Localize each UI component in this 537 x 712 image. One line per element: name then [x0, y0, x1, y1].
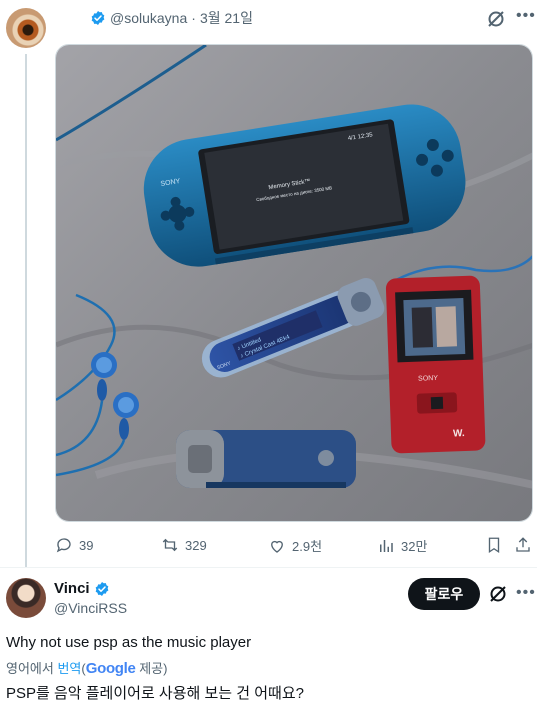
grok-icon[interactable]	[486, 9, 506, 29]
author-handle[interactable]: @solukayna	[110, 10, 187, 26]
tweet-meta: @solukayna · 3월 21일	[90, 8, 253, 28]
more-icon[interactable]: •••	[516, 584, 536, 602]
grok-icon[interactable]	[488, 584, 508, 604]
google-logo: Google	[86, 660, 136, 677]
translate-suffix: 제공)	[135, 661, 168, 676]
original-tweet: @solukayna · 3월 21일 ••• SONY 4/1 12:35 M…	[0, 0, 537, 567]
google-logo-text: Google	[85, 660, 136, 677]
walkman-brand: SONY	[418, 375, 438, 383]
views-icon	[380, 539, 393, 552]
follow-button[interactable]: 팔로우	[408, 578, 480, 610]
repost-icon	[162, 538, 178, 552]
like-icon	[271, 540, 283, 553]
views-button[interactable]: 32만	[377, 536, 427, 555]
tweet-date[interactable]: 3월 21일	[200, 8, 253, 28]
translated-text: PSP를 음악 플레이어로 사용해 보는 건 어때요?	[6, 685, 304, 702]
more-icon[interactable]: •••	[516, 7, 536, 25]
reply-count: 39	[79, 537, 94, 553]
like-count: 2.9천	[292, 539, 323, 554]
reply-author-name-row: Vinci	[54, 580, 110, 597]
translate-prefix: 영어에서	[6, 661, 58, 676]
views-count: 32만	[401, 539, 428, 554]
reply-author-name[interactable]: Vinci	[54, 580, 90, 597]
verified-badge-icon	[95, 581, 108, 596]
reply-tweet: Vinci @VinciRSS 팔로우 ••• Why not use psp …	[0, 568, 537, 712]
reply-button[interactable]: 39	[55, 536, 93, 554]
author-avatar[interactable]	[6, 8, 46, 48]
translate-link[interactable]: 번역	[57, 661, 81, 676]
reply-author-handle[interactable]: @VinciRSS	[54, 600, 127, 616]
bookmark-icon	[488, 537, 500, 554]
share-button[interactable]	[514, 536, 532, 554]
translation-note: 영어에서 번역(Google 제공)	[6, 658, 167, 677]
reply-text: Why not use psp as the music player	[6, 634, 252, 651]
walkman-logo: W.	[453, 428, 465, 439]
photo-illustration: SONY 4/1 12:35 Memory Stick™ Свободное м…	[56, 45, 532, 521]
reply-icon	[56, 538, 71, 553]
repost-button[interactable]: 329	[161, 536, 207, 554]
meta-separator: ·	[191, 10, 196, 26]
tweet-actions: 39 329 2.9천 32만	[55, 532, 535, 560]
repost-count: 329	[185, 537, 207, 553]
tweet-photo[interactable]: SONY 4/1 12:35 Memory Stick™ Свободное м…	[55, 44, 533, 522]
reply-author-avatar[interactable]	[6, 578, 46, 618]
share-icon	[516, 537, 530, 552]
bookmark-button[interactable]	[485, 536, 503, 554]
verified-badge-icon	[91, 11, 105, 25]
thread-connector-line	[25, 54, 27, 567]
like-button[interactable]: 2.9천	[268, 536, 322, 555]
